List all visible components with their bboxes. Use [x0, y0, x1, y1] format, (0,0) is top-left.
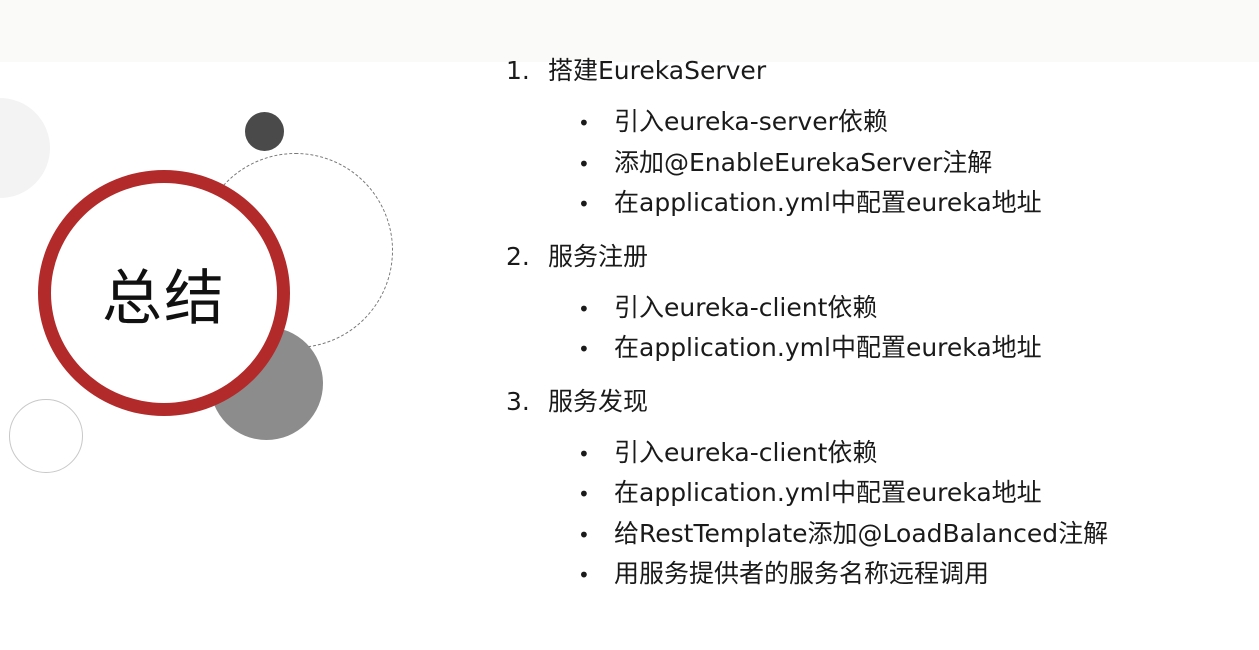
list-item: • 在application.yml中配置eureka地址: [506, 473, 1246, 514]
list-item: • 用服务提供者的服务名称远程调用: [506, 554, 1246, 595]
list-item-text: 给RestTemplate添加@LoadBalanced注解: [614, 518, 1109, 548]
section-build-eureka-server: 1. 搭建EurekaServer • 引入eureka-server依赖 • …: [506, 52, 1246, 224]
list-item-text: 引入eureka-client依赖: [614, 292, 878, 322]
bullet-icon: •: [578, 482, 590, 506]
list-item: • 引入eureka-client依赖: [506, 288, 1246, 329]
section-service-discovery: 3. 服务发现 • 引入eureka-client依赖 • 在applicati…: [506, 383, 1246, 595]
list-item-text: 用服务提供者的服务名称远程调用: [614, 559, 990, 588]
list-item-text: 在application.yml中配置eureka地址: [614, 333, 1042, 362]
section-title: 服务发现: [548, 386, 649, 416]
list-item: • 引入eureka-server依赖: [506, 102, 1246, 143]
slide: 总结 1. 搭建EurekaServer • 引入eureka-server依赖…: [0, 0, 1259, 650]
bullet-icon: •: [578, 296, 590, 321]
list-item-text: 引入eureka-client依赖: [614, 437, 878, 467]
bullet-list: • 引入eureka-client依赖 • 在application.yml中配…: [506, 433, 1246, 595]
bullet-icon: •: [578, 441, 590, 466]
section-title: 搭建EurekaServer: [548, 56, 767, 85]
list-item-text: 在application.yml中配置eureka地址: [614, 188, 1042, 217]
decorative-outline-circle: [9, 399, 83, 473]
bullet-icon: •: [578, 563, 590, 587]
list-item: • 在application.yml中配置eureka地址: [506, 183, 1246, 224]
section-heading: 3. 服务发现: [506, 383, 1246, 421]
section-number: 3.: [506, 386, 530, 416]
bullet-icon: •: [578, 151, 590, 176]
title-ring: 总结: [38, 170, 290, 416]
list-item-text: 引入eureka-server依赖: [614, 107, 888, 136]
bullet-icon: •: [578, 111, 590, 135]
decorative-pale-circle: [0, 98, 50, 198]
bullet-icon: •: [578, 192, 590, 216]
list-item: • 给RestTemplate添加@LoadBalanced注解: [506, 514, 1246, 555]
section-number: 1.: [506, 56, 530, 85]
bullet-icon: •: [578, 522, 590, 547]
bullet-list: • 引入eureka-client依赖 • 在application.yml中配…: [506, 288, 1246, 369]
bullet-icon: •: [578, 337, 590, 361]
section-title: 服务注册: [548, 241, 649, 271]
section-heading: 2. 服务注册: [506, 238, 1246, 276]
list-item: • 引入eureka-client依赖: [506, 433, 1246, 474]
section-service-registration: 2. 服务注册 • 引入eureka-client依赖 • 在applicati…: [506, 238, 1246, 369]
bullet-list: • 引入eureka-server依赖 • 添加@EnableEurekaSer…: [506, 102, 1246, 224]
decorative-dark-dot: [245, 112, 284, 151]
section-number: 2.: [506, 241, 530, 271]
summary-content: 1. 搭建EurekaServer • 引入eureka-server依赖 • …: [506, 52, 1246, 595]
list-item-text: 添加@EnableEurekaServer注解: [614, 147, 993, 177]
list-item: • 添加@EnableEurekaServer注解: [506, 143, 1246, 184]
section-heading: 1. 搭建EurekaServer: [506, 52, 1246, 90]
slide-title: 总结: [102, 263, 226, 334]
list-item-text: 在application.yml中配置eureka地址: [614, 478, 1042, 507]
list-item: • 在application.yml中配置eureka地址: [506, 328, 1246, 369]
